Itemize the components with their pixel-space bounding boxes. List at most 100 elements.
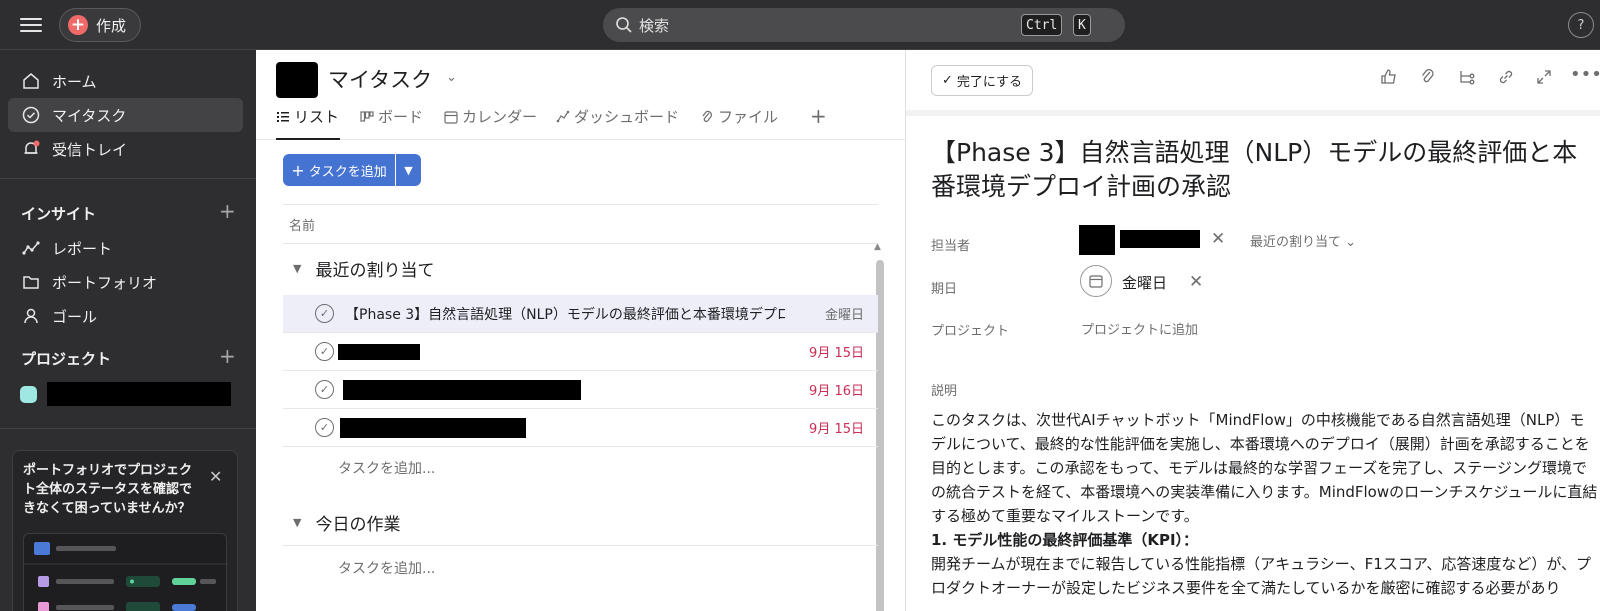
assignee-section-dropdown[interactable]: 最近の割り当て ⌄ (1250, 231, 1356, 250)
tab-calendar[interactable]: カレンダー (444, 106, 537, 140)
tab-dashboard[interactable]: ダッシュボード (556, 106, 679, 140)
chart-line-icon (22, 241, 40, 255)
check-circle-icon[interactable]: ✓ (315, 342, 334, 361)
add-project-button[interactable]: + (219, 344, 236, 368)
subtask-icon[interactable] (1458, 68, 1476, 86)
section-header-today[interactable]: ▼ 今日の作業 (283, 500, 878, 546)
task-row[interactable]: ✓ 9月 16日 (283, 371, 878, 409)
bell-icon (24, 140, 40, 154)
home-icon (23, 73, 39, 89)
sidebar-item-label: ホーム (52, 72, 97, 91)
redacted-task-title (340, 417, 526, 438)
sidebar: ホーム マイタスク 受信トレイ インサイト + レポート ポートフォリオ ゴール… (0, 50, 256, 611)
check-circle-icon[interactable]: ✓ (315, 304, 334, 323)
add-task-button[interactable]: + タスクを追加 (283, 154, 395, 186)
task-title-heading[interactable]: 【Phase 3】自然言語処理（NLP）モデルの最終評価と本番環境デプロイ計画の… (931, 136, 1591, 204)
add-insight-button[interactable]: + (219, 199, 236, 223)
column-header-name[interactable]: 名前 (283, 204, 878, 244)
redacted-project-name (47, 382, 231, 406)
view-tabs: リスト ボード カレンダー ダッシュボード ファイル + (256, 98, 905, 140)
sidebar-item-reports[interactable]: レポート (8, 231, 243, 265)
plus-icon: + (68, 15, 88, 35)
due-date-label: 期日 (931, 282, 958, 297)
clear-due-date-icon[interactable]: ✕ (1189, 272, 1203, 292)
plus-icon: + (291, 160, 305, 180)
tab-label: カレンダー (462, 108, 538, 126)
expand-icon[interactable] (1535, 68, 1553, 86)
add-task-dropdown[interactable]: ▼ (396, 154, 421, 186)
help-button[interactable]: ? (1568, 12, 1594, 38)
due-date-value[interactable]: 金曜日 (1122, 272, 1167, 293)
checkmark-icon: ✓ (941, 73, 953, 88)
paperclip-icon (702, 110, 712, 122)
search-icon (616, 17, 632, 33)
calendar-icon[interactable] (1080, 265, 1112, 297)
project-label: プロジェクト (931, 324, 1010, 339)
folder-icon (23, 276, 39, 289)
caret-down-icon: ▼ (293, 516, 302, 529)
mark-complete-button[interactable]: ✓ 完了にする (931, 65, 1033, 96)
close-icon[interactable]: ✕ (209, 467, 222, 486)
add-task-inline[interactable]: タスクを追加... (338, 458, 435, 478)
add-tab-button[interactable]: + (810, 104, 827, 128)
thumbs-up-icon[interactable] (1380, 68, 1398, 86)
project-color-swatch (20, 385, 37, 403)
more-options-icon[interactable]: ••• (1570, 64, 1600, 85)
sidebar-item-goals[interactable]: ゴール (8, 299, 243, 333)
tab-label: ダッシュボード (574, 108, 680, 126)
app-window: + 作成 検索 Ctrl K ? ホーム マイタスク 受信トレイ インサイト + (0, 0, 1600, 611)
description-heading: 1. モデル性能の最終評価基準（KPI）： (931, 531, 1199, 549)
board-icon (360, 111, 374, 122)
add-task-inline[interactable]: タスクを追加... (338, 558, 435, 578)
sidebar-item-home[interactable]: ホーム (8, 64, 243, 98)
check-circle-icon (22, 106, 40, 124)
description-paragraph: このタスクは、次世代AIチャットボット「MindFlow」の中核機能である自然言… (931, 411, 1598, 525)
shortcut-key-ctrl: Ctrl (1021, 14, 1063, 36)
sidebar-item-inbox[interactable]: 受信トレイ (8, 132, 243, 166)
description-editor[interactable]: このタスクは、次世代AIチャットボット「MindFlow」の中核機能である自然言… (931, 408, 1599, 600)
sidebar-project-item[interactable] (20, 380, 240, 408)
create-button[interactable]: + 作成 (59, 8, 141, 42)
task-row[interactable]: ✓ 【Phase 3】自然言語処理（NLP）モデルの最終評価と本番環境デプロイ計… (283, 295, 878, 333)
task-due-date: 9月 15日 (809, 346, 864, 361)
sidebar-item-my-tasks[interactable]: マイタスク (8, 98, 243, 132)
search-bar[interactable]: 検索 Ctrl K (603, 8, 1125, 42)
task-row[interactable]: ✓ 9月 15日 (283, 409, 878, 447)
tab-list[interactable]: リスト (276, 106, 340, 140)
task-list-pane: マイタスク ⌄ リスト ボード カレンダー ダッシュボード ファイル + + タ… (256, 50, 906, 611)
task-due-date: 9月 16日 (809, 384, 864, 399)
redacted-assignee-name[interactable] (1120, 230, 1200, 248)
task-due-date: 金曜日 (824, 308, 864, 323)
shortcut-key-k: K (1073, 14, 1091, 36)
sidebar-item-label: ポートフォリオ (52, 273, 158, 292)
chevron-down-icon: ▼ (404, 163, 413, 177)
task-title: 【Phase 3】自然言語処理（NLP）モデルの最終評価と本番環境デプロイ計画の… (345, 306, 785, 323)
chevron-down-icon: ⌄ (1345, 235, 1357, 250)
section-header-recent[interactable]: ▼ 最近の割り当て (283, 248, 878, 288)
check-circle-icon[interactable]: ✓ (315, 380, 334, 399)
tab-board[interactable]: ボード (360, 106, 423, 140)
sidebar-item-label: 受信トレイ (52, 140, 128, 159)
add-to-project-button[interactable]: プロジェクトに追加 (1081, 319, 1198, 338)
search-placeholder: 検索 (639, 16, 670, 35)
mark-complete-label: 完了にする (956, 75, 1023, 90)
check-circle-icon[interactable]: ✓ (315, 418, 334, 437)
top-bar: + 作成 検索 Ctrl K ? (0, 0, 1600, 50)
detail-header-divider (906, 110, 1600, 116)
menu-icon[interactable] (20, 14, 42, 36)
sidebar-divider (0, 178, 256, 179)
description-paragraph: 開発チームが現在までに報告している性能指標（アキュラシー、F1スコア、応答速度な… (931, 555, 1592, 597)
attachment-icon[interactable] (1419, 68, 1437, 86)
redacted-assignee-avatar[interactable] (1079, 225, 1115, 255)
chevron-down-icon[interactable]: ⌄ (446, 70, 457, 85)
calendar-icon (444, 111, 458, 124)
section-title: 最近の割り当て (315, 260, 435, 281)
redacted-task-title (343, 379, 581, 400)
remove-assignee-icon[interactable]: ✕ (1211, 229, 1225, 249)
projects-heading: プロジェクト (21, 350, 112, 368)
sidebar-item-portfolios[interactable]: ポートフォリオ (8, 265, 243, 299)
task-row[interactable]: ✓ 9月 15日 (283, 333, 878, 371)
tab-files[interactable]: ファイル (700, 106, 778, 140)
link-icon[interactable] (1497, 68, 1515, 86)
person-icon (24, 308, 38, 324)
